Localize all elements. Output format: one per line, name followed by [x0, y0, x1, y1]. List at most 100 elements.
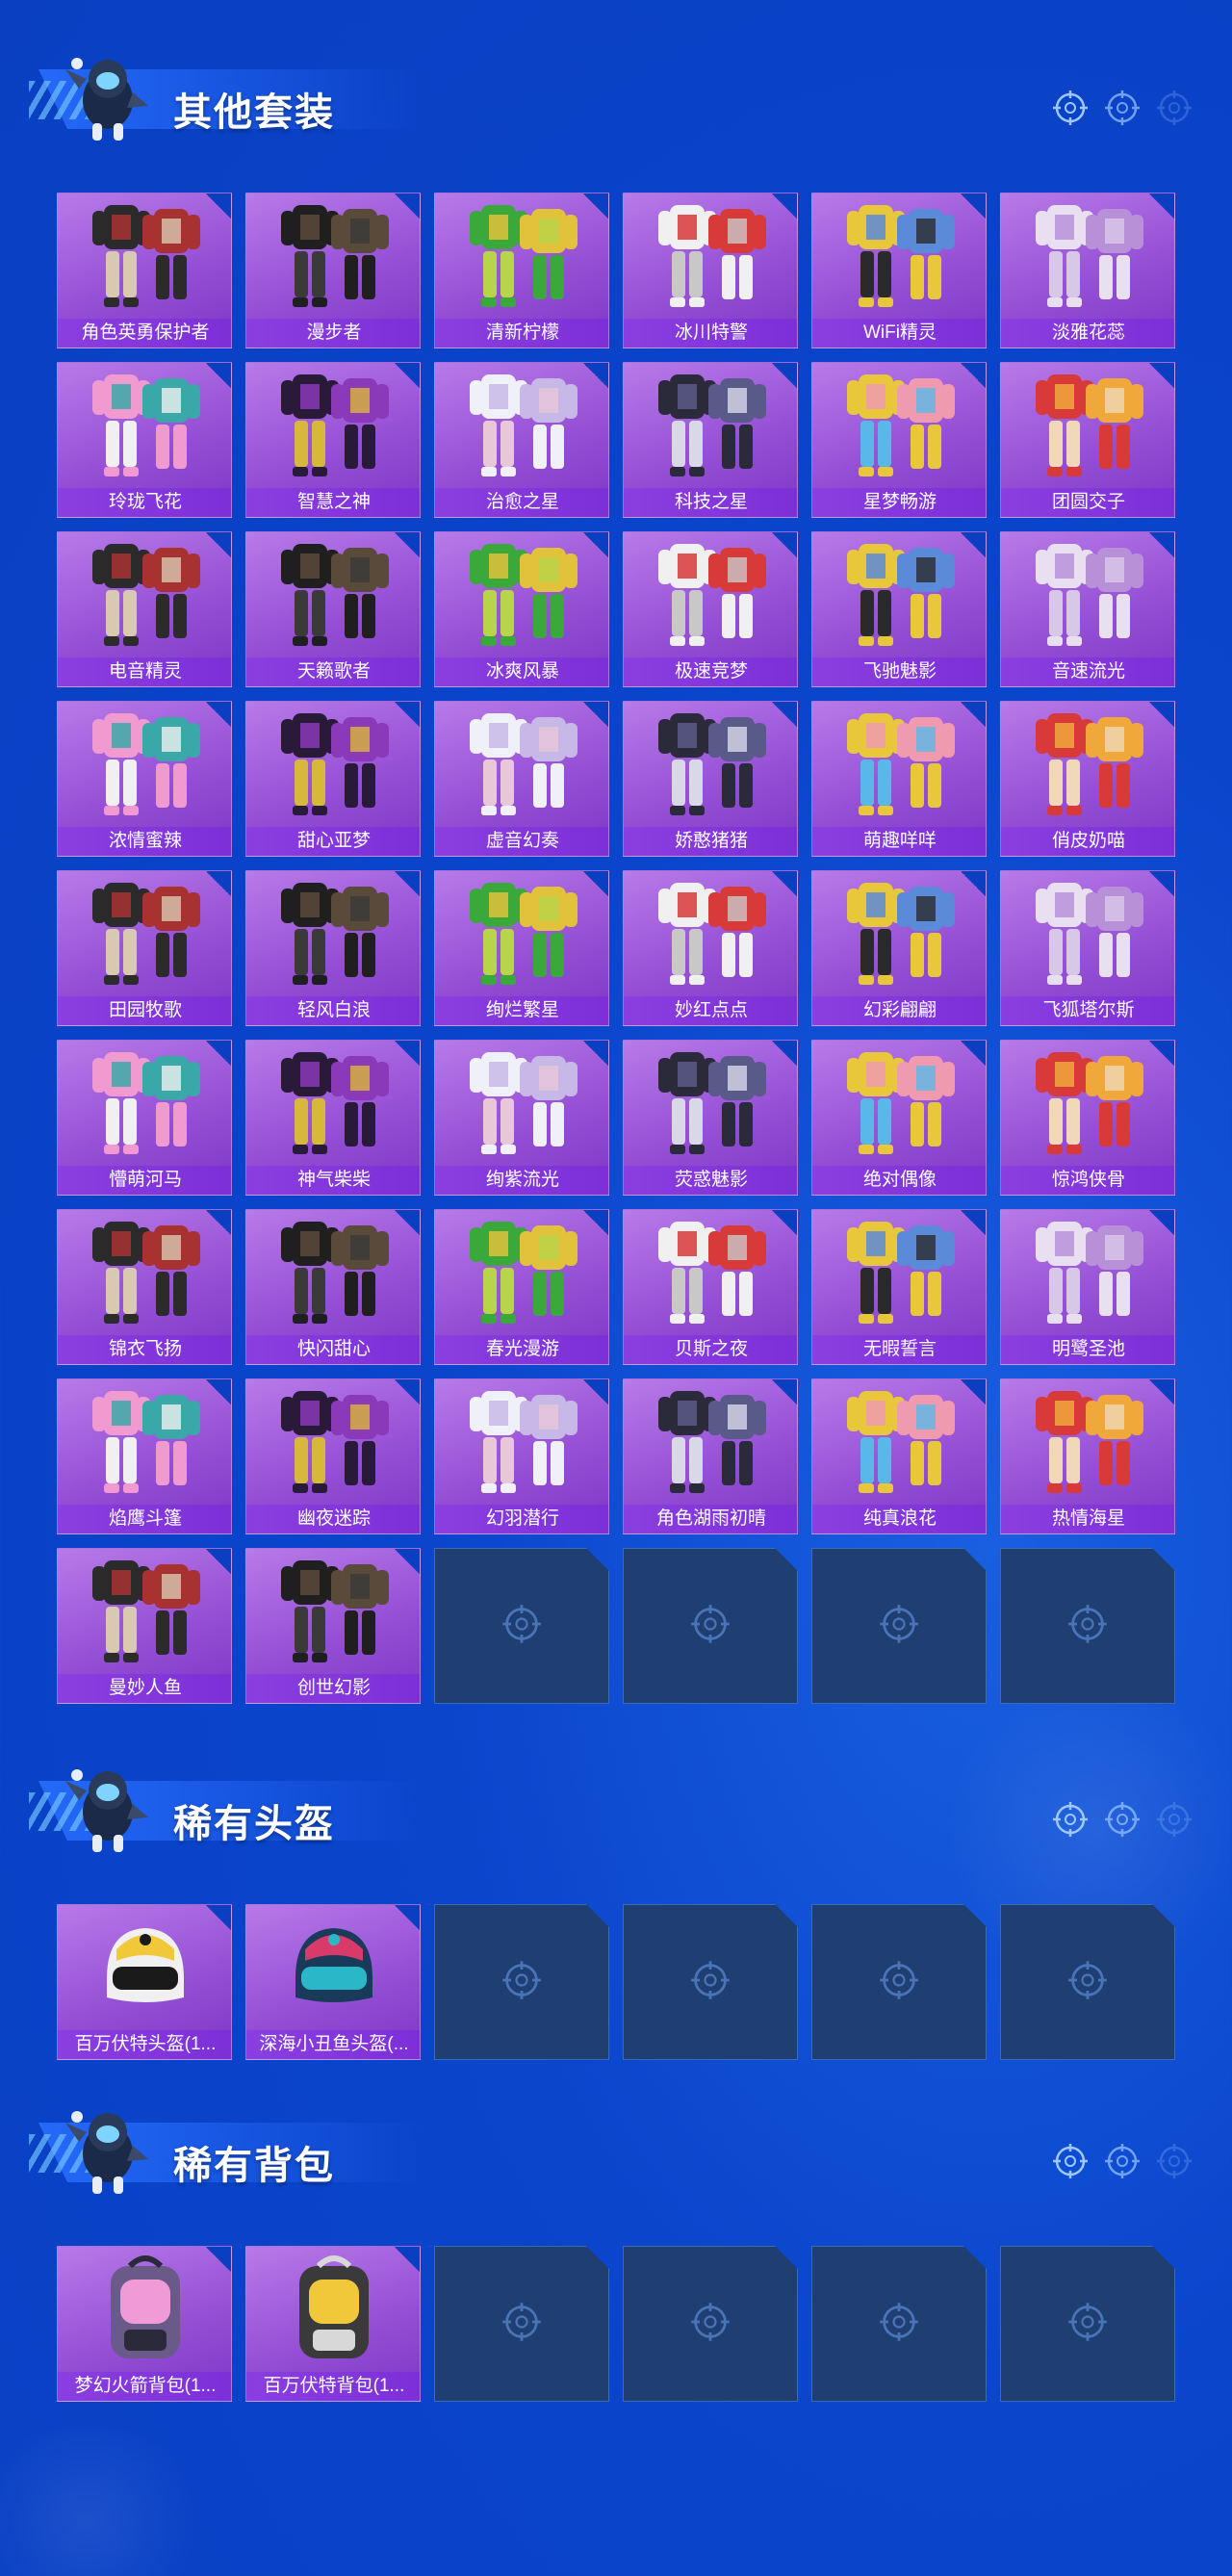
item-card[interactable]: 智慧之神 [245, 362, 421, 518]
item-card[interactable]: WiFi精灵 [811, 193, 987, 348]
item-card[interactable]: 角色英勇保护者 [57, 193, 232, 348]
outfit-icon [624, 532, 797, 659]
item-card[interactable]: 春光漫游 [434, 1209, 609, 1365]
item-card[interactable]: 幽夜迷踪 [245, 1378, 421, 1534]
helmet-icon [58, 1905, 231, 2032]
item-card[interactable]: 明鹭圣池 [1000, 1209, 1175, 1365]
item-label: 热情海星 [1001, 1505, 1174, 1533]
empty-slot [623, 1904, 798, 2060]
item-card[interactable]: 电音精灵 [57, 531, 232, 687]
section-1: 其他套装 角色英勇保护者 漫步者 清新柠檬 冰川特警 WiFi精灵 淡雅花蕊 玲… [0, 50, 1232, 1704]
outfit-icon [435, 532, 608, 659]
item-card[interactable]: 冰爽风暴 [434, 531, 609, 687]
item-card[interactable]: 飞狐塔尔斯 [1000, 870, 1175, 1026]
item-card[interactable]: 漫步者 [245, 193, 421, 348]
crosshair-icon [689, 1959, 732, 2006]
item-card[interactable]: 深海小丑鱼头盔(... [245, 1904, 421, 2060]
item-card[interactable]: 清新柠檬 [434, 193, 609, 348]
item-card[interactable]: 创世幻影 [245, 1548, 421, 1704]
item-label: 绝对偶像 [812, 1166, 986, 1195]
outfit-icon [1001, 532, 1174, 659]
item-card[interactable]: 星梦畅游 [811, 362, 987, 518]
item-card[interactable]: 无暇誓言 [811, 1209, 987, 1365]
section-header: 其他套装 [0, 42, 1232, 141]
item-label: 浓情蜜辣 [58, 827, 231, 856]
item-card[interactable]: 纯真浪花 [811, 1378, 987, 1534]
item-card[interactable]: 田园牧歌 [57, 870, 232, 1026]
item-label: 飞狐塔尔斯 [1001, 996, 1174, 1025]
outfit-icon [58, 1210, 231, 1337]
item-card[interactable]: 贝斯之夜 [623, 1209, 798, 1365]
item-label: 俏皮奶喵 [1001, 827, 1174, 856]
item-label: 锦衣飞扬 [58, 1335, 231, 1364]
item-card[interactable]: 荧惑魅影 [623, 1040, 798, 1196]
item-card[interactable]: 飞驰魅影 [811, 531, 987, 687]
item-card[interactable]: 梦幻火箭背包(1... [57, 2246, 232, 2402]
section-header: 稀有背包 [0, 2096, 1232, 2194]
outfit-icon [246, 1549, 420, 1676]
item-card[interactable]: 快闪甜心 [245, 1209, 421, 1365]
outfit-icon [1001, 363, 1174, 490]
item-label: 音速流光 [1001, 657, 1174, 686]
item-card[interactable]: 幻彩翩翩 [811, 870, 987, 1026]
outfit-icon [812, 1210, 986, 1337]
item-label: 飞驰魅影 [812, 657, 986, 686]
item-card[interactable]: 惊鸿侠骨 [1000, 1040, 1175, 1196]
item-card[interactable]: 角色湖雨初晴 [623, 1378, 798, 1534]
section-indicator [1051, 2142, 1194, 2180]
item-label: 天籁歌者 [246, 657, 420, 686]
item-card[interactable]: 团圆交子 [1000, 362, 1175, 518]
item-card[interactable]: 萌趣咩咩 [811, 701, 987, 857]
crosshair-icon [689, 1603, 732, 1650]
outfit-icon [624, 1379, 797, 1507]
item-card[interactable]: 玲珑飞花 [57, 362, 232, 518]
section-header: 稀有头盔 [0, 1754, 1232, 1852]
item-card[interactable]: 俏皮奶喵 [1000, 701, 1175, 857]
item-card[interactable]: 轻风白浪 [245, 870, 421, 1026]
item-card[interactable]: 天籁歌者 [245, 531, 421, 687]
item-card[interactable]: 甜心亚梦 [245, 701, 421, 857]
item-card[interactable]: 曼妙人鱼 [57, 1548, 232, 1704]
outfit-icon [435, 1379, 608, 1507]
item-card[interactable]: 绚紫流光 [434, 1040, 609, 1196]
item-card[interactable]: 治愈之星 [434, 362, 609, 518]
crosshair-icon [500, 2301, 543, 2348]
mascot-icon [60, 2103, 152, 2200]
item-label: 萌趣咩咩 [812, 827, 986, 856]
mascot-icon [60, 1762, 152, 1858]
empty-slot [1000, 1548, 1175, 1704]
item-label: 极速竞梦 [624, 657, 797, 686]
item-card[interactable]: 百万伏特背包(1... [245, 2246, 421, 2402]
item-card[interactable]: 百万伏特头盔(1... [57, 1904, 232, 2060]
item-card[interactable]: 幻羽潜行 [434, 1378, 609, 1534]
item-card[interactable]: 音速流光 [1000, 531, 1175, 687]
crosshair-icon [1103, 1800, 1142, 1839]
crosshair-icon [500, 1959, 543, 2006]
empty-slot [623, 2246, 798, 2402]
crosshair-icon [689, 2301, 732, 2348]
item-card[interactable]: 妙红点点 [623, 870, 798, 1026]
item-card[interactable]: 极速竞梦 [623, 531, 798, 687]
outfit-icon [246, 702, 420, 829]
item-card[interactable]: 热情海星 [1000, 1378, 1175, 1534]
outfit-icon [1001, 1379, 1174, 1507]
crosshair-icon [878, 1603, 920, 1650]
item-card[interactable]: 焰鹰斗篷 [57, 1378, 232, 1534]
mascot-icon [60, 50, 152, 146]
item-card[interactable]: 绝对偶像 [811, 1040, 987, 1196]
item-card[interactable]: 绚烂繁星 [434, 870, 609, 1026]
item-label: 梦幻火箭背包(1... [58, 2372, 231, 2401]
item-card[interactable]: 虚音幻奏 [434, 701, 609, 857]
item-card[interactable]: 科技之星 [623, 362, 798, 518]
item-card[interactable]: 懵萌河马 [57, 1040, 232, 1196]
item-card[interactable]: 神气柴柴 [245, 1040, 421, 1196]
crosshair-icon [1155, 1800, 1194, 1839]
item-label: 惊鸿侠骨 [1001, 1166, 1174, 1195]
item-card[interactable]: 浓情蜜辣 [57, 701, 232, 857]
item-card[interactable]: 淡雅花蕊 [1000, 193, 1175, 348]
item-label: 玲珑飞花 [58, 488, 231, 517]
item-card[interactable]: 冰川特警 [623, 193, 798, 348]
item-card[interactable]: 锦衣飞扬 [57, 1209, 232, 1365]
item-card[interactable]: 娇憨猪猪 [623, 701, 798, 857]
item-label: 娇憨猪猪 [624, 827, 797, 856]
